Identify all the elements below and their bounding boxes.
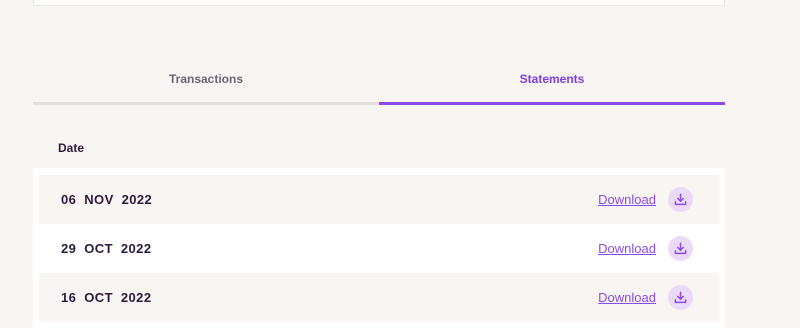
date-column-header: Date [58, 141, 85, 155]
statement-date: 29 OCT 2022 [61, 241, 152, 256]
top-card [33, 0, 725, 6]
tab-bar: Transactions Statements [33, 63, 725, 105]
download-link[interactable]: Download [598, 290, 656, 305]
download-link[interactable]: Download [598, 192, 656, 207]
download-icon[interactable] [668, 187, 693, 212]
statement-date: 16 OCT 2022 [61, 290, 152, 305]
download-icon[interactable] [668, 285, 693, 310]
statement-date: 06 NOV 2022 [61, 192, 153, 207]
table-row: 29 OCT 2022 Download [39, 224, 719, 273]
table-row: 06 NOV 2022 Download [39, 175, 719, 224]
download-group: Download [598, 187, 693, 212]
download-group: Download [598, 285, 693, 310]
tab-statements[interactable]: Statements [379, 63, 725, 105]
statements-page: Transactions Statements Date 06 NOV 2022… [0, 0, 800, 328]
download-group: Download [598, 236, 693, 261]
tab-transactions[interactable]: Transactions [33, 63, 379, 105]
table-row: 16 OCT 2022 Download [39, 273, 719, 322]
download-icon[interactable] [668, 236, 693, 261]
statements-table: Date 06 NOV 2022 Download 29 OCT 2022 Do… [33, 134, 725, 328]
statement-rows: 06 NOV 2022 Download 29 OCT 2022 Downloa… [33, 168, 725, 328]
download-link[interactable]: Download [598, 241, 656, 256]
